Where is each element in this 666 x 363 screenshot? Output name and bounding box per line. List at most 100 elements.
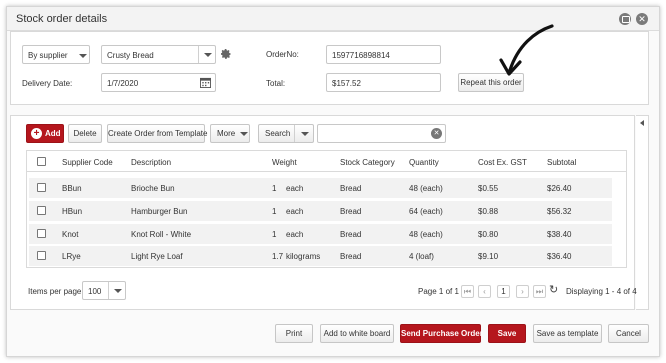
cell-weight: 1	[272, 207, 277, 216]
calendar-icon[interactable]	[200, 77, 211, 88]
delete-button[interactable]: Delete	[68, 124, 102, 143]
cell-cost: $0.80	[478, 230, 499, 239]
chevron-left-icon[interactable]	[640, 120, 644, 126]
order-no-value: 1597716898814	[332, 51, 390, 60]
chevron-down-icon[interactable]	[108, 282, 125, 299]
save-as-template-button[interactable]: Save as template	[533, 324, 602, 343]
supplier-select[interactable]: Crusty Bread	[101, 45, 216, 64]
col-stock-category[interactable]: Stock Category	[340, 158, 395, 167]
chevron-down-icon	[301, 132, 309, 137]
supplier-value: Crusty Bread	[107, 51, 154, 60]
total-value: $157.52	[332, 79, 361, 88]
add-to-whiteboard-button[interactable]: Add to white board	[320, 324, 394, 343]
col-cost[interactable]: Cost Ex. GST	[478, 158, 527, 167]
cancel-button[interactable]: Cancel	[608, 324, 649, 343]
chevron-down-icon	[79, 54, 87, 59]
filter-by-value: By supplier	[28, 51, 68, 60]
cell-unit: each	[286, 184, 304, 193]
search-field-select[interactable]: Search	[258, 124, 314, 143]
col-description[interactable]: Description	[131, 158, 171, 167]
more-menu-button[interactable]: More	[210, 124, 250, 143]
side-collapse-bar[interactable]	[636, 115, 649, 310]
cell-weight: 1.7	[272, 252, 284, 261]
cell-cost: $0.55	[478, 184, 499, 193]
items-per-page-select[interactable]: 100	[82, 281, 126, 300]
row-checkbox[interactable]	[37, 206, 46, 215]
grid-header: Supplier Code Description Weight Stock C…	[27, 151, 626, 172]
cell-category: Bread	[340, 252, 362, 261]
delivery-date-label: Delivery Date:	[22, 79, 73, 88]
col-quantity[interactable]: Quantity	[409, 158, 439, 167]
next-page-icon[interactable]: ›	[516, 285, 529, 298]
cell-cost: $0.88	[478, 207, 499, 216]
total-label: Total:	[266, 79, 286, 88]
select-all-checkbox[interactable]	[37, 157, 46, 166]
save-button[interactable]: Save	[488, 324, 526, 343]
cell-unit: kilograms	[286, 252, 321, 261]
cell-description: Brioche Bun	[131, 184, 175, 193]
chevron-down-icon[interactable]	[198, 46, 215, 63]
cell-category: Bread	[340, 207, 362, 216]
cell-weight: 1	[272, 184, 277, 193]
cell-subtotal: $36.40	[547, 252, 572, 261]
delivery-date-field[interactable]: 1/7/2020	[101, 73, 216, 92]
cell-subtotal: $56.32	[547, 207, 572, 216]
cell-quantity: 64 (each)	[409, 207, 443, 216]
clear-search-icon[interactable]: ✕	[431, 128, 442, 139]
col-supplier-code[interactable]: Supplier Code	[62, 158, 113, 167]
cell-category: Bread	[340, 230, 362, 239]
chevron-down-icon	[240, 132, 248, 137]
page-number-button[interactable]: 1	[497, 285, 510, 298]
table-row[interactable]: BBun Brioche Bun 1 each Bread 48 (each) …	[29, 178, 612, 198]
delivery-date-value: 1/7/2020	[107, 79, 139, 88]
window-title: Stock order details	[16, 13, 108, 25]
cell-quantity: 48 (each)	[409, 184, 443, 193]
more-label: More	[217, 129, 236, 138]
col-weight[interactable]: Weight	[272, 158, 297, 167]
close-icon[interactable]: ✕	[636, 13, 648, 25]
cell-code: BBun	[62, 184, 82, 193]
cell-subtotal: $26.40	[547, 184, 572, 193]
col-subtotal[interactable]: Subtotal	[547, 158, 576, 167]
cell-code: HBun	[62, 207, 83, 216]
first-page-icon[interactable]: ⏮	[461, 285, 474, 298]
search-input[interactable]: ✕	[317, 124, 446, 143]
items-per-page-label: Items per page:	[28, 287, 84, 296]
filter-by-select[interactable]: By supplier	[22, 45, 90, 64]
create-from-template-button[interactable]: Create Order from Template	[107, 124, 207, 143]
total-field: $157.52	[326, 73, 441, 92]
gear-icon[interactable]	[220, 48, 232, 60]
cell-unit: each	[286, 207, 304, 216]
page-info-label: Page 1 of 1	[418, 287, 459, 296]
add-button[interactable]: + Add	[26, 124, 64, 143]
items-per-page-value: 100	[88, 287, 102, 296]
add-label: Add	[45, 129, 61, 138]
row-checkbox[interactable]	[37, 251, 46, 260]
annotation-arrow	[499, 24, 554, 76]
print-button[interactable]: Print	[275, 324, 313, 343]
cell-quantity: 48 (each)	[409, 230, 443, 239]
divider	[294, 125, 295, 142]
cell-description: Hamburger Bun	[131, 207, 188, 216]
order-items-grid: Supplier Code Description Weight Stock C…	[26, 150, 627, 268]
display-count-label: Displaying 1 - 4 of 4	[566, 287, 637, 296]
cell-description: Light Rye Loaf	[131, 252, 183, 261]
table-row[interactable]: HBun Hamburger Bun 1 each Bread 64 (each…	[29, 201, 612, 221]
table-row[interactable]: Knot Knot Roll - White 1 each Bread 48 (…	[29, 224, 612, 244]
cell-unit: each	[286, 230, 304, 239]
row-checkbox[interactable]	[37, 183, 46, 192]
cell-quantity: 4 (loaf)	[409, 252, 434, 261]
cell-code: LRye	[62, 252, 81, 261]
row-checkbox[interactable]	[37, 229, 46, 238]
restore-icon[interactable]	[619, 13, 631, 25]
search-select-label: Search	[265, 129, 291, 138]
table-row[interactable]: LRye Light Rye Loaf 1.7 kilograms Bread …	[29, 246, 612, 266]
cell-cost: $9.10	[478, 252, 499, 261]
order-no-label: OrderNo:	[266, 50, 299, 59]
send-purchase-order-button[interactable]: Send Purchase Order	[400, 324, 483, 343]
cell-code: Knot	[62, 230, 79, 239]
prev-page-icon[interactable]: ‹	[478, 285, 491, 298]
order-no-field[interactable]: 1597716898814	[326, 45, 441, 64]
refresh-icon[interactable]: ↻	[549, 284, 562, 297]
last-page-icon[interactable]: ⏭	[533, 285, 546, 298]
